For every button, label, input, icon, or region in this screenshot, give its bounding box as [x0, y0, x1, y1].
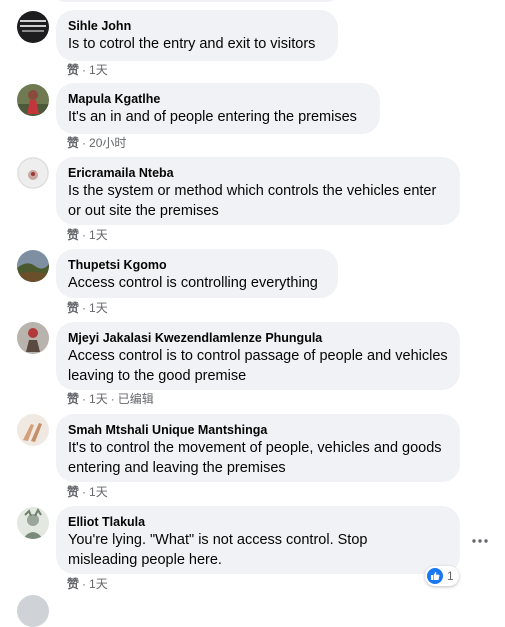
comment-author[interactable]: Ericramaila Nteba	[68, 165, 448, 181]
avatar[interactable]	[17, 250, 49, 282]
avatar[interactable]	[17, 322, 49, 354]
like-button[interactable]: 赞	[67, 136, 79, 150]
avatar[interactable]	[17, 414, 49, 446]
comment-bubble: Mapula Kgatlhe It's an in and of people …	[56, 83, 380, 134]
comment-text: Is to cotrol the entry and exit to visit…	[68, 36, 316, 52]
comment-actions: 赞 · 1天	[67, 63, 108, 77]
edited-label[interactable]: 已编辑	[118, 392, 154, 406]
comment-author[interactable]: Elliot Tlakula	[68, 514, 448, 530]
timestamp[interactable]: 1天	[89, 485, 108, 499]
comment-author[interactable]: Mjeyi Jakalasi Kwezendlamlenze Phungula	[68, 330, 448, 346]
avatar[interactable]	[17, 11, 49, 43]
next-comment-avatar-edge	[17, 595, 49, 627]
comment-actions: 赞 · 1天	[67, 301, 108, 315]
timestamp[interactable]: 1天	[89, 392, 108, 406]
comment-actions: 赞 · 1天	[67, 228, 108, 242]
like-button[interactable]: 赞	[67, 392, 79, 406]
like-button[interactable]: 赞	[67, 63, 79, 77]
timestamp[interactable]: 20小时	[89, 136, 126, 150]
comment-actions: 赞 · 1天	[67, 577, 108, 591]
comment-text: Is the system or method which controls t…	[68, 183, 437, 219]
comment-author[interactable]: Mapula Kgatlhe	[68, 91, 368, 107]
comment-actions: 赞 · 1天	[67, 485, 108, 499]
comment-text: It's an in and of people entering the pr…	[68, 109, 357, 125]
comment-author[interactable]: Smah Mtshali Unique Mantshinga	[68, 422, 448, 438]
reaction-summary[interactable]: 1	[425, 566, 459, 586]
comment-author[interactable]: Thupetsi Kgomo	[68, 257, 326, 273]
comment-text: You're lying. "What" is not access contr…	[68, 532, 368, 568]
thumbs-up-icon	[427, 568, 443, 584]
previous-comment-bubble-edge	[56, 0, 336, 2]
comment-actions: 赞 · 20小时	[67, 136, 127, 150]
comment-text: Access control is controlling everything	[68, 275, 318, 291]
more-options-icon[interactable]	[471, 534, 489, 546]
comment-bubble: Thupetsi Kgomo Access control is control…	[56, 249, 338, 298]
reaction-count: 1	[447, 569, 454, 583]
comment-text: It's to control the movement of people, …	[68, 440, 442, 476]
like-button[interactable]: 赞	[67, 577, 79, 591]
comment-author[interactable]: Sihle John	[68, 18, 326, 34]
comment-bubble: Sihle John Is to cotrol the entry and ex…	[56, 10, 338, 61]
timestamp[interactable]: 1天	[89, 63, 108, 77]
timestamp[interactable]: 1天	[89, 301, 108, 315]
comment-bubble: Ericramaila Nteba Is the system or metho…	[56, 157, 460, 225]
timestamp[interactable]: 1天	[89, 577, 108, 591]
avatar[interactable]	[17, 157, 49, 189]
timestamp[interactable]: 1天	[89, 228, 108, 242]
comment-text: Access control is to control passage of …	[68, 348, 448, 384]
comment-bubble: Smah Mtshali Unique Mantshinga It's to c…	[56, 414, 460, 482]
like-button[interactable]: 赞	[67, 301, 79, 315]
comment-bubble: Elliot Tlakula You're lying. "What" is n…	[56, 506, 460, 574]
comment-bubble: Mjeyi Jakalasi Kwezendlamlenze Phungula …	[56, 322, 460, 390]
like-button[interactable]: 赞	[67, 485, 79, 499]
avatar[interactable]	[17, 507, 49, 539]
comment-actions: 赞 · 1天 · 已编辑	[67, 392, 154, 406]
like-button[interactable]: 赞	[67, 228, 79, 242]
avatar[interactable]	[17, 84, 49, 116]
